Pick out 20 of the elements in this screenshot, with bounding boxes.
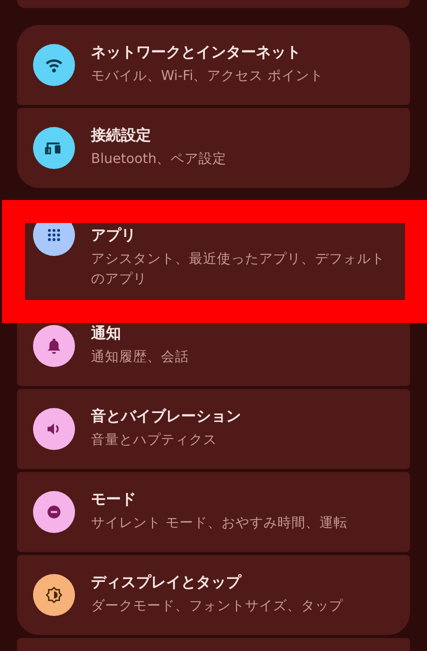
item-title: 接続設定 — [91, 126, 152, 146]
item-title: 通知 — [91, 324, 122, 344]
settings-item[interactable]: ディスプレイとタップ ダークモード、フォントサイズ、タップ — [17, 555, 410, 635]
item-title: モード — [91, 490, 137, 510]
settings-item[interactable]: 音とバイブレーション 音量とハプティクス — [17, 389, 410, 469]
settings-item[interactable]: 接続設定 Bluetooth、ペア設定 — [17, 108, 410, 188]
item-subtitle: 通知履歴、会話 — [91, 348, 189, 368]
item-subtitle: ダークモード、フォントサイズ、タップ — [91, 597, 343, 616]
item-subtitle: サイレント モード、おやすみ時間、運転 — [91, 514, 348, 534]
settings-item[interactable]: ネットワークとインターネット モバイル、Wi-Fi、アクセス ポイント — [17, 25, 410, 105]
item-subtitle: Bluetooth、ペア設定 — [91, 150, 227, 170]
item-subtitle: モバイル、Wi-Fi、アクセス ポイント — [91, 67, 324, 86]
item-title: アプリ — [91, 226, 137, 245]
settings-item[interactable]: モード サイレント モード、おやすみ時間、運転 — [17, 472, 410, 552]
item-title: ディスプレイとタップ — [91, 573, 243, 592]
brightness-icon — [43, 584, 65, 606]
item-title: 音とバイブレーション — [91, 407, 241, 426]
item-subtitle: アシスタント、最近使ったアプリ、デフォルトのアプリ — [91, 250, 386, 290]
item-subtitle: 音量とハプティクス — [91, 431, 218, 450]
item-title: ネットワークとインターネット — [91, 43, 302, 62]
